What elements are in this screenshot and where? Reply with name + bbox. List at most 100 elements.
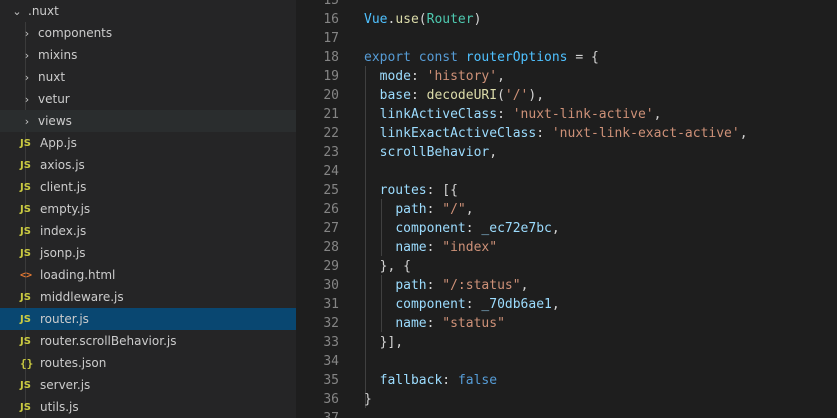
code-token: , [551,221,560,236]
code-line[interactable]: 25 routes: [{ [297,181,837,200]
code-token: , [497,69,505,84]
code-token: path [395,278,427,293]
code-line[interactable]: 18 export const routerOptions = { [297,48,837,67]
file-axios-js[interactable]: JS axios.js [0,154,296,176]
code-line[interactable]: 20 base: decodeURI('/'), [297,86,837,105]
file-jsonp-js[interactable]: JS jsonp.js [0,242,296,264]
file-routes-json[interactable]: {} routes.json [0,352,296,374]
line-number: 22 [323,126,339,141]
javascript-file-icon: JS [20,335,31,347]
code-text: mode: 'history', [364,67,505,86]
code-line[interactable]: 22 linkExactActiveClass: 'nuxt-link-exac… [297,124,837,143]
file-label: loading.html [40,268,116,282]
file-index-js[interactable]: JS index.js [0,220,296,242]
code-token: 'nuxt-link-active' [512,107,654,122]
javascript-file-icon: JS [20,291,31,303]
javascript-file-icon: JS [20,401,31,413]
code-token: ), [528,88,545,103]
line-number: 32 [323,316,339,331]
code-token: : [426,278,443,293]
code-text: component: _70db6ae1, [364,295,559,314]
code-text: Vue.use(Router) [364,10,481,29]
javascript-file-icon: JS [20,247,31,259]
folder-views[interactable]: › views [0,110,296,132]
file-label: App.js [40,136,77,150]
file-middleware-js[interactable]: JS middleware.js [0,286,296,308]
folder-nuxt[interactable]: › nuxt [0,66,296,88]
folder-vetur[interactable]: › vetur [0,88,296,110]
code-token: , [653,107,662,122]
file-label: client.js [40,180,87,194]
code-line[interactable]: 15 [297,0,837,10]
code-token: export [364,50,411,65]
file-client-js[interactable]: JS client.js [0,176,296,198]
javascript-file-icon: JS [20,379,31,391]
file-server-js[interactable]: JS server.js [0,374,296,396]
code-text: export const routerOptions = { [364,48,599,67]
folder-label: nuxt [38,70,66,84]
code-line[interactable]: 24 [297,162,837,181]
code-token: }], [364,335,404,350]
code-token: } [364,392,372,407]
code-token: : [426,316,443,331]
folder-label: mixins [38,48,78,62]
code-line[interactable]: 33 }], [297,333,837,352]
code-token: false [457,373,498,388]
code-text: fallback: false [364,371,497,390]
code-token: component [395,297,466,312]
code-token: const [418,50,458,65]
code-line[interactable]: 21 linkActiveClass: 'nuxt-link-active', [297,105,837,124]
code-text: name: "status" [364,314,505,333]
folder-nuxt-root[interactable]: ⌄ .nuxt [0,0,296,22]
code-token: : [465,221,482,236]
code-text: base: decodeURI('/'), [364,86,544,105]
code-line[interactable]: 30 path: "/:status", [297,276,837,295]
line-number: 24 [323,164,339,179]
code-line[interactable]: 36} [297,390,837,409]
code-line[interactable]: 34 [297,352,837,371]
file-router-scrollbehavior-js[interactable]: JS router.scrollBehavior.js [0,330,296,352]
code-line[interactable]: 23 scrollBehavior, [297,143,837,162]
code-line[interactable]: 16 Vue.use(Router) [297,10,837,29]
code-line[interactable]: 29 }, { [297,257,837,276]
code-line[interactable]: 19 mode: 'history', [297,67,837,86]
code-token: name [395,240,427,255]
code-line[interactable]: 28 name: "index" [297,238,837,257]
code-text: linkExactActiveClass: 'nuxt-link-exact-a… [364,124,748,143]
code-line[interactable]: 35 fallback: false [297,371,837,390]
code-line[interactable]: 27 component: _ec72e7bc, [297,219,837,238]
code-line[interactable]: 37 [297,409,837,418]
code-text: routes: [{ [364,181,458,200]
folder-mixins[interactable]: › mixins [0,44,296,66]
code-token: Router [426,12,474,27]
code-line[interactable]: 17 [297,29,837,48]
code-text: path: "/:status", [364,276,528,295]
line-number: 17 [323,31,339,46]
code-line[interactable]: 31 component: _70db6ae1, [297,295,837,314]
line-number: 19 [323,69,339,84]
folder-label: components [38,26,113,40]
code-token: component [395,221,466,236]
code-line[interactable]: 32 name: "status" [297,314,837,333]
code-token: mode [379,69,411,84]
code-token: fallback [379,373,443,388]
file-utils-js[interactable]: JS utils.js [0,396,296,418]
code-token: routerOptions [465,50,568,65]
code-token: 'nuxt-link-exact-active' [551,126,740,141]
code-line[interactable]: 26 path: "/", [297,200,837,219]
code-text: component: _ec72e7bc, [364,219,560,238]
file-app-js[interactable]: JS App.js [0,132,296,154]
file-empty-js[interactable]: JS empty.js [0,198,296,220]
folder-components[interactable]: › components [0,22,296,44]
code-token: : [410,69,427,84]
code-token: ) [473,12,482,27]
code-token: }, { [364,259,411,274]
file-loading-html[interactable]: <> loading.html [0,264,296,286]
file-router-js[interactable]: JS router.js [0,308,296,330]
code-editor[interactable]: 15 16 Vue.use(Router) 17 18 export const rout… [297,0,837,418]
line-number: 36 [323,392,339,407]
